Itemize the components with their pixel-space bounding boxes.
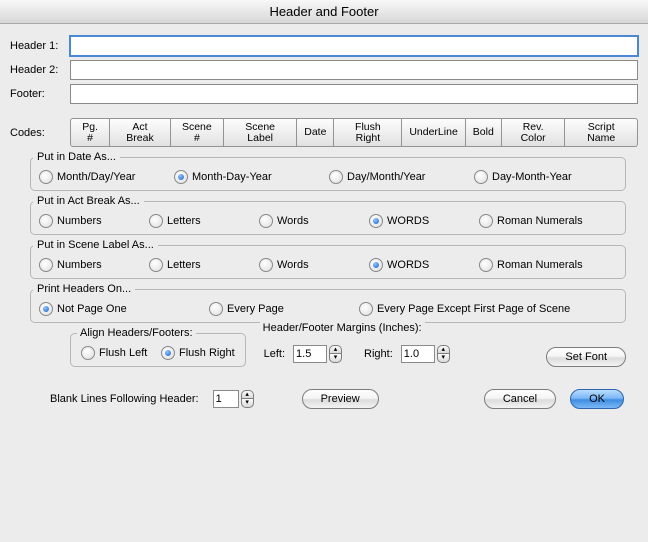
cancel-button[interactable]: Cancel bbox=[484, 389, 556, 409]
scene-label-group: Put in Scene Label As... Numbers Letters… bbox=[30, 245, 626, 279]
scene-opt-numbers[interactable]: Numbers bbox=[39, 258, 149, 272]
blank-lines-label: Blank Lines Following Header: bbox=[50, 393, 199, 405]
code-actbreak-button[interactable]: Act Break bbox=[110, 118, 170, 147]
stepper-down-icon[interactable]: ▾ bbox=[329, 354, 342, 363]
footer-label: Footer: bbox=[10, 88, 70, 100]
date-opt-dmy-dash[interactable]: Day-Month-Year bbox=[474, 170, 572, 184]
header1-input[interactable] bbox=[70, 36, 638, 56]
stepper-down-icon[interactable]: ▾ bbox=[437, 354, 450, 363]
code-underline-button[interactable]: UnderLine bbox=[402, 118, 465, 147]
stepper-up-icon[interactable]: ▴ bbox=[437, 345, 450, 354]
date-opt-mdy-slash[interactable]: Month/Day/Year bbox=[39, 170, 174, 184]
scene-label-title: Put in Scene Label As... bbox=[33, 239, 158, 251]
ok-button[interactable]: OK bbox=[570, 389, 624, 409]
date-opt-mdy-dash[interactable]: Month-Day-Year bbox=[174, 170, 329, 184]
print-headers-title: Print Headers On... bbox=[33, 283, 135, 295]
code-pg-button[interactable]: Pg. # bbox=[70, 118, 110, 147]
code-revcolor-button[interactable]: Rev. Color bbox=[502, 118, 566, 147]
margins-title: Header/Footer Margins (Inches): bbox=[260, 322, 425, 334]
code-flushright-button[interactable]: Flush Right bbox=[334, 118, 402, 147]
scene-opt-words-upper[interactable]: WORDS bbox=[369, 258, 479, 272]
dialog-content: Header 1: Header 2: Footer: Codes: Pg. #… bbox=[0, 24, 648, 419]
align-title: Align Headers/Footers: bbox=[77, 327, 196, 339]
print-opt-not-page-one[interactable]: Not Page One bbox=[39, 302, 209, 316]
act-break-group: Put in Act Break As... Numbers Letters W… bbox=[30, 201, 626, 235]
code-date-button[interactable]: Date bbox=[297, 118, 334, 147]
header2-label: Header 2: bbox=[10, 64, 70, 76]
date-format-title: Put in Date As... bbox=[33, 151, 120, 163]
code-scenelabel-button[interactable]: Scene Label bbox=[224, 118, 297, 147]
blank-lines-input[interactable] bbox=[213, 390, 239, 408]
scene-opt-roman[interactable]: Roman Numerals bbox=[479, 258, 583, 272]
header1-label: Header 1: bbox=[10, 40, 70, 52]
code-scriptname-button[interactable]: Script Name bbox=[565, 118, 638, 147]
margins-group: Header/Footer Margins (Inches): Left: ▴▾… bbox=[264, 333, 450, 363]
act-opt-letters[interactable]: Letters bbox=[149, 214, 259, 228]
footer-input[interactable] bbox=[70, 84, 638, 104]
set-font-button[interactable]: Set Font bbox=[546, 347, 626, 367]
act-opt-numbers[interactable]: Numbers bbox=[39, 214, 149, 228]
codes-label: Codes: bbox=[10, 127, 70, 139]
preview-button[interactable]: Preview bbox=[302, 389, 379, 409]
header2-input[interactable] bbox=[70, 60, 638, 80]
margin-right-label: Right: bbox=[364, 348, 393, 360]
margin-left-label: Left: bbox=[264, 348, 285, 360]
code-scenenum-button[interactable]: Scene # bbox=[171, 118, 224, 147]
print-opt-except-first-scene[interactable]: Every Page Except First Page of Scene bbox=[359, 302, 570, 316]
print-opt-every-page[interactable]: Every Page bbox=[209, 302, 359, 316]
codes-toolbar: Pg. # Act Break Scene # Scene Label Date… bbox=[70, 118, 638, 147]
margin-left-input[interactable] bbox=[293, 345, 327, 363]
date-format-group: Put in Date As... Month/Day/Year Month-D… bbox=[30, 157, 626, 191]
act-opt-words[interactable]: Words bbox=[259, 214, 369, 228]
scene-opt-letters[interactable]: Letters bbox=[149, 258, 259, 272]
code-bold-button[interactable]: Bold bbox=[466, 118, 502, 147]
align-group: Align Headers/Footers: Flush Left Flush … bbox=[70, 333, 246, 367]
date-opt-dmy-slash[interactable]: Day/Month/Year bbox=[329, 170, 474, 184]
stepper-up-icon[interactable]: ▴ bbox=[241, 390, 254, 399]
margin-right-input[interactable] bbox=[401, 345, 435, 363]
act-opt-roman[interactable]: Roman Numerals bbox=[479, 214, 583, 228]
margin-right-stepper[interactable]: ▴▾ bbox=[401, 345, 450, 363]
margin-left-stepper[interactable]: ▴▾ bbox=[293, 345, 342, 363]
align-opt-flush-left[interactable]: Flush Left bbox=[81, 346, 161, 360]
stepper-up-icon[interactable]: ▴ bbox=[329, 345, 342, 354]
act-opt-words-upper[interactable]: WORDS bbox=[369, 214, 479, 228]
align-opt-flush-right[interactable]: Flush Right bbox=[161, 346, 235, 360]
blank-lines-stepper[interactable]: ▴▾ bbox=[213, 390, 254, 408]
stepper-down-icon[interactable]: ▾ bbox=[241, 399, 254, 408]
act-break-title: Put in Act Break As... bbox=[33, 195, 144, 207]
scene-opt-words[interactable]: Words bbox=[259, 258, 369, 272]
print-headers-group: Print Headers On... Not Page One Every P… bbox=[30, 289, 626, 323]
window-title: Header and Footer bbox=[0, 0, 648, 24]
